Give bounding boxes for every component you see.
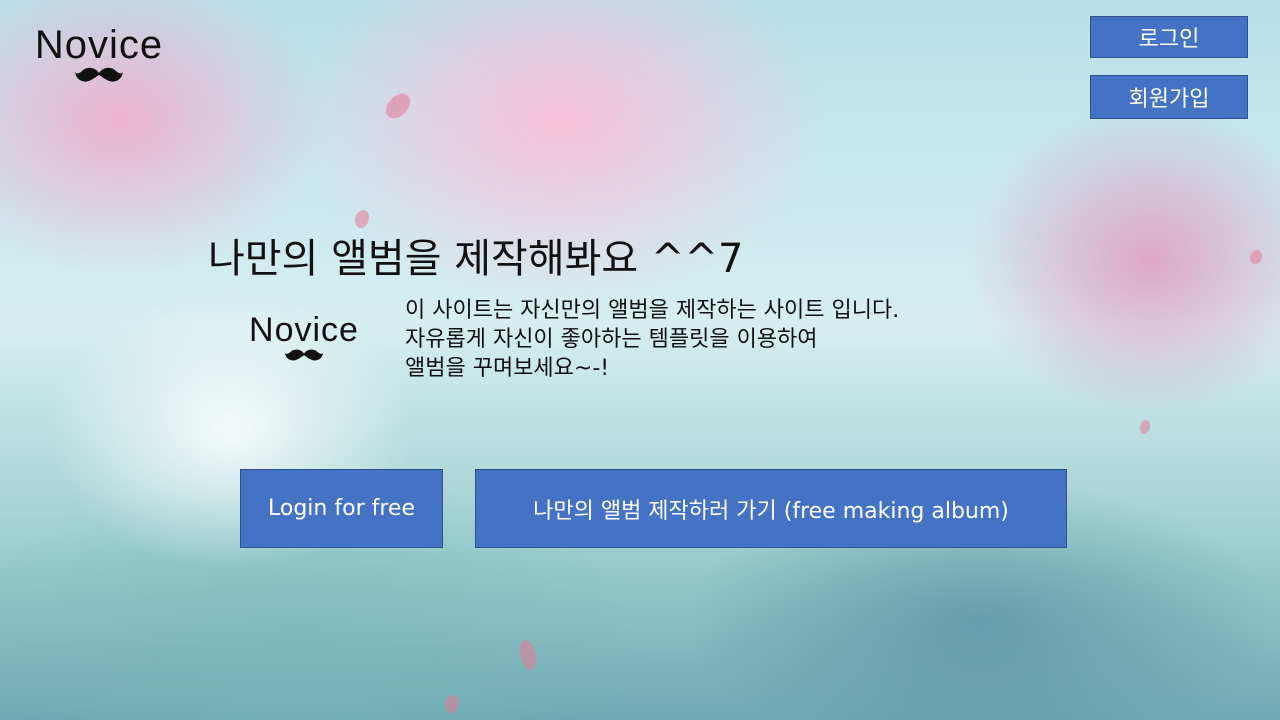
hero-logo-text: Novice <box>249 311 359 349</box>
mustache-icon <box>75 67 123 82</box>
login-for-free-label: Login for free <box>268 496 415 521</box>
signup-button-label: 회원가입 <box>1128 87 1210 112</box>
brand-logo[interactable]: Novice <box>28 24 170 86</box>
mustache-icon <box>284 349 324 361</box>
hero-logo: Novice <box>244 312 364 364</box>
description-line: 이 사이트는 자신만의 앨범을 제작하는 사이트 입니다. <box>405 298 900 323</box>
make-album-button[interactable]: 나만의 앨범 제작하러 가기 (free making album) <box>475 469 1067 548</box>
description-line: 앨범을 꾸며보세요~-! <box>405 356 610 381</box>
description-line: 자유롭게 자신이 좋아하는 템플릿을 이용하여 <box>405 327 818 352</box>
hero-description: 이 사이트는 자신만의 앨범을 제작하는 사이트 입니다. 자유롭게 자신이 좋… <box>405 296 899 383</box>
login-button-label: 로그인 <box>1138 27 1200 52</box>
make-album-label: 나만의 앨범 제작하러 가기 (free making album) <box>533 498 1009 524</box>
login-for-free-button[interactable]: Login for free <box>240 469 443 548</box>
login-button[interactable]: 로그인 <box>1090 16 1248 58</box>
signup-button[interactable]: 회원가입 <box>1090 75 1248 119</box>
hero-headline: 나만의 앨범을 제작해봐요 ^^7 <box>208 236 744 282</box>
brand-logo-text: Novice <box>34 23 164 67</box>
